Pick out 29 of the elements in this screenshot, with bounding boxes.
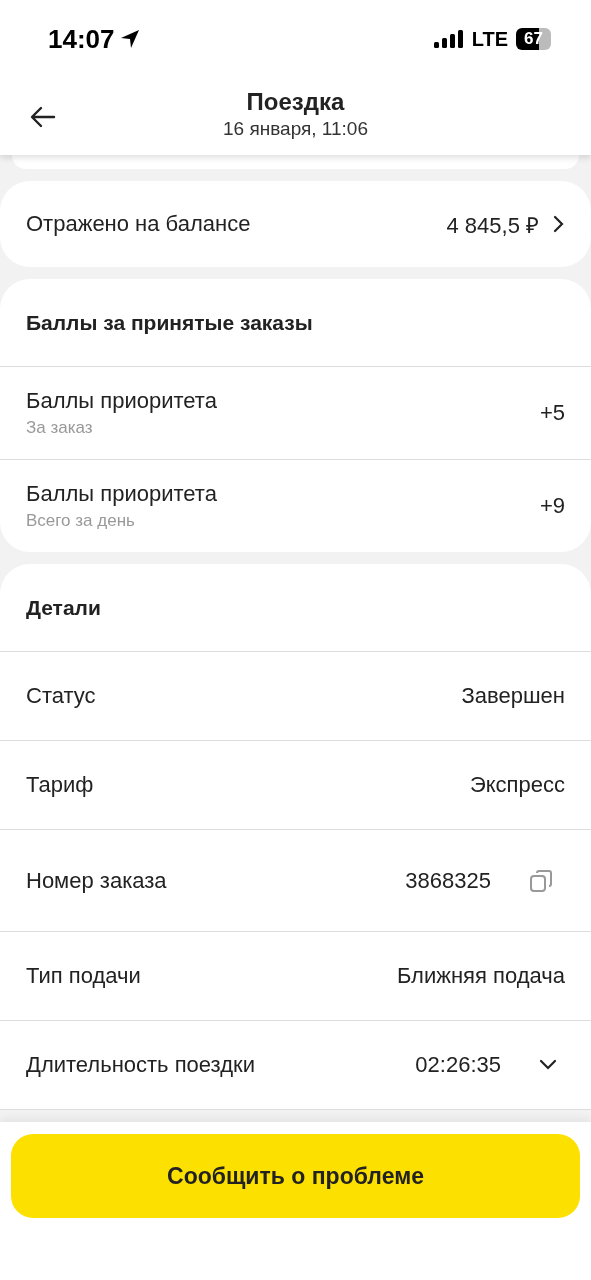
points-label: Баллы приоритета: [26, 388, 217, 414]
screen-title: Поездка: [246, 87, 345, 116]
points-value: +5: [539, 400, 565, 426]
detail-value: 3868325: [405, 867, 491, 894]
balance-row[interactable]: Отражено на балансе 4 845,5 ₽: [0, 181, 591, 267]
back-arrow-icon[interactable]: [30, 106, 56, 128]
points-value: +9: [539, 493, 565, 519]
section-title: Детали: [26, 595, 101, 620]
detail-value: Завершен: [461, 683, 565, 709]
detail-label: Длительность поездки: [26, 1052, 255, 1078]
points-label: Баллы приоритета: [26, 481, 217, 507]
chevron-down-icon[interactable]: [539, 1059, 557, 1071]
detail-label: Тип подачи: [26, 963, 141, 989]
detail-value: 02:26:35: [415, 1052, 501, 1078]
detail-value: Ближняя подача: [396, 963, 565, 989]
detail-label: Статус: [26, 683, 96, 709]
network-label: LTE: [471, 27, 509, 51]
status-time: 14:07: [48, 23, 115, 55]
chevron-right-icon: [553, 215, 565, 233]
detail-label: Тариф: [26, 772, 94, 798]
report-problem-button[interactable]: Сообщить о проблеме: [11, 1134, 580, 1218]
section-title: Баллы за принятые заказы: [26, 310, 313, 335]
screen-subtitle: 16 января, 11:06: [223, 117, 368, 140]
signal-icon: [433, 30, 464, 48]
detail-value: Экспресс: [469, 772, 565, 798]
points-hint: За заказ: [26, 418, 94, 438]
copy-icon[interactable]: [529, 868, 553, 893]
detail-label: Номер заказа: [26, 867, 167, 894]
points-hint: Всего за день: [26, 511, 136, 531]
